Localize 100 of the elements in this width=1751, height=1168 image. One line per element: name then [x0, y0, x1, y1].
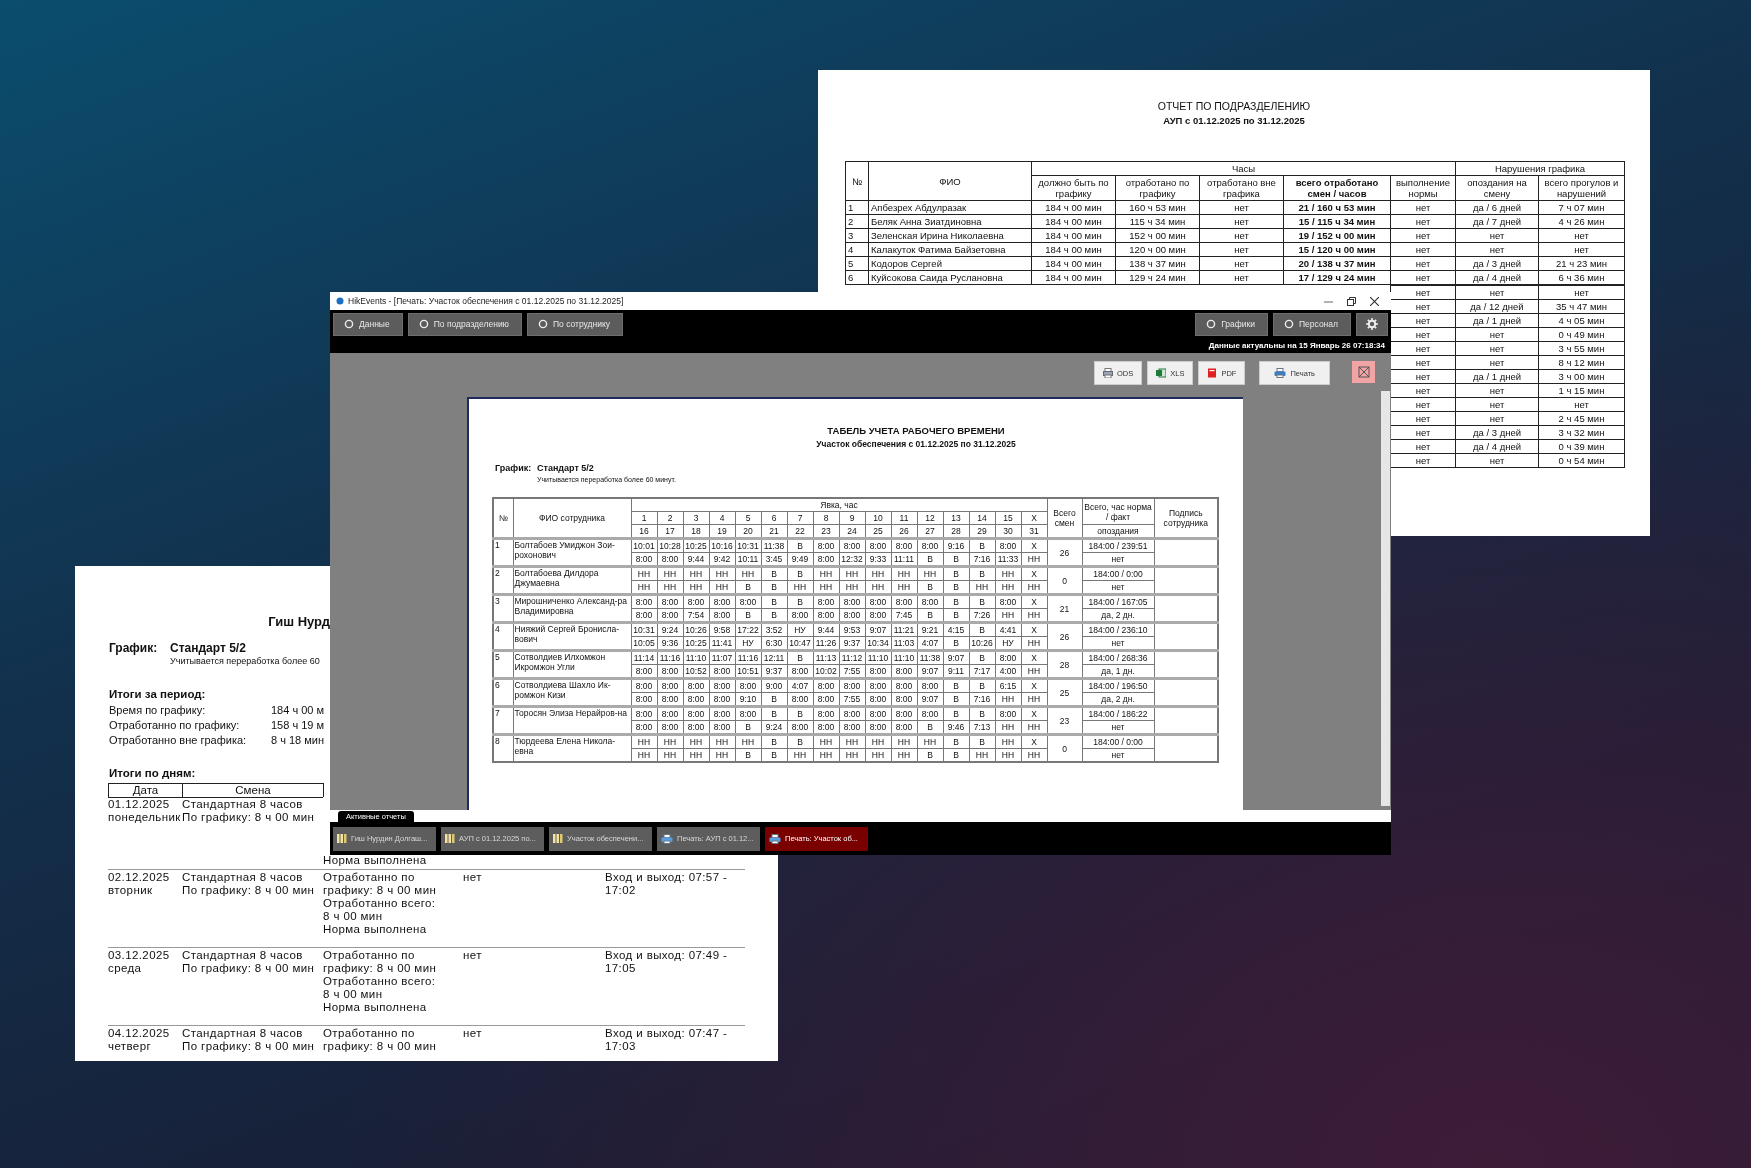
- table-cell: 8:00: [995, 538, 1021, 553]
- table-cell: 11:26: [813, 636, 839, 651]
- app-icon: [336, 297, 344, 305]
- table-cell: В: [761, 706, 787, 721]
- overtime-note: Учитывается переработка более 60: [170, 655, 321, 668]
- column-header: отработано вне графика: [1199, 175, 1284, 201]
- table-cell: 0 ч 49 мин: [1538, 327, 1625, 342]
- column-header: 12: [917, 511, 943, 525]
- table-cell: НН: [709, 566, 735, 581]
- shift-text: Стандартная 8 часов: [182, 871, 304, 884]
- table-cell: НН: [865, 566, 891, 581]
- table-cell: 17:22: [735, 622, 761, 637]
- table-cell: 15 / 115 ч 34 мин: [1283, 214, 1391, 229]
- column-header: 7: [787, 511, 813, 525]
- table-cell: 8:00: [839, 706, 865, 721]
- table-cell: НН: [865, 734, 891, 749]
- weekday-text: среда: [108, 962, 143, 975]
- table-cell: 184 ч 00 мин: [1031, 214, 1116, 229]
- table-cell: В: [969, 622, 995, 637]
- table-cell: 120 ч 00 мин: [1115, 242, 1200, 257]
- table-cell: 8:00: [735, 678, 761, 693]
- column-header: 2: [657, 511, 683, 525]
- nav-button[interactable]: Данные: [333, 312, 403, 336]
- column-header: отработано по графику: [1115, 175, 1200, 201]
- table-cell: 9:44: [813, 622, 839, 637]
- table-cell: 10:26: [969, 636, 995, 651]
- table-cell: нет: [1455, 383, 1539, 398]
- table-cell: Х: [1021, 650, 1047, 665]
- table-cell: 8:00: [891, 706, 917, 721]
- table-cell: 8:00: [735, 706, 761, 721]
- table-cell: 10:28: [657, 538, 683, 553]
- table-cell: Х: [1021, 734, 1047, 749]
- table-cell: 1: [493, 538, 513, 567]
- table-cell: НН: [657, 566, 683, 581]
- table-cell: 8:00: [995, 594, 1021, 609]
- table-cell: 8:00: [995, 706, 1021, 721]
- table-cell: нет: [1455, 228, 1539, 243]
- nav-button[interactable]: По сотруднику: [527, 312, 624, 336]
- table-cell: 11:11: [891, 552, 917, 567]
- table-cell: 3:52: [761, 622, 787, 637]
- table-cell: В: [969, 706, 995, 721]
- schedule-label: График:: [495, 463, 533, 473]
- table-cell: 10:31: [631, 622, 657, 637]
- table-cell: 6 ч 36 мин: [1538, 270, 1625, 285]
- table-cell: да / 1 дней: [1455, 313, 1539, 328]
- table-cell: НН: [631, 734, 657, 749]
- table-cell: 8:00: [683, 594, 709, 609]
- table-cell: нет: [1455, 285, 1539, 300]
- table-cell: 1 ч 15 мин: [1538, 383, 1625, 398]
- table-cell: 10:16: [709, 538, 735, 553]
- shift-text: Стандартная 8 часов: [182, 949, 304, 962]
- table-cell: НН: [709, 734, 735, 749]
- table-cell: 8:00: [891, 594, 917, 609]
- table-cell: нет: [1455, 341, 1539, 356]
- table-cell: 184 ч 00 мин: [1031, 242, 1116, 257]
- close-icon[interactable]: [1370, 296, 1379, 306]
- table-cell: 21 ч 23 мин: [1538, 256, 1625, 271]
- table-cell: 184:00 / 268:36: [1082, 650, 1154, 665]
- table-cell: 3: [493, 594, 513, 623]
- table-cell: 12:11: [761, 650, 787, 665]
- table-cell: 8:00: [657, 678, 683, 693]
- table-cell: В: [761, 566, 787, 581]
- maximize-icon[interactable]: [1347, 296, 1356, 306]
- table-cell: НН: [995, 566, 1021, 581]
- table-cell: 8:00: [865, 678, 891, 693]
- table-cell: В: [787, 650, 813, 665]
- column-header: Нарушения графика: [1455, 161, 1625, 176]
- table-cell: 20 / 138 ч 37 мин: [1283, 256, 1391, 271]
- table-cell: 7: [493, 706, 513, 735]
- table-cell: 28: [1047, 650, 1082, 679]
- table-cell: 184:00 / 196:50: [1082, 678, 1154, 693]
- table-cell: 8:00: [995, 650, 1021, 665]
- table-cell: да / 3 дней: [1455, 256, 1539, 271]
- section-heading: Итоги по дням:: [109, 767, 197, 780]
- table-cell: 25: [1047, 678, 1082, 707]
- table-cell: нет: [1390, 285, 1456, 300]
- document-icon: [1207, 368, 1218, 378]
- table-cell: 8:00: [709, 678, 735, 693]
- table-cell: нет: [1390, 270, 1456, 285]
- table-cell: 7 ч 07 мин: [1538, 200, 1625, 215]
- entry-exit-text: Вход и выход: 07:49 - 17:05: [605, 949, 729, 975]
- table-cell: 8:00: [735, 594, 761, 609]
- table-cell: 8:00: [631, 594, 657, 609]
- settings-button[interactable]: [1356, 312, 1388, 336]
- table-cell: нет: [1199, 242, 1284, 257]
- nav-button[interactable]: Персонал: [1272, 312, 1351, 336]
- table-cell: 9:58: [709, 622, 735, 637]
- table-cell: НН: [839, 566, 865, 581]
- nav-button[interactable]: По подразделению: [407, 312, 522, 336]
- table-cell: 10:31: [735, 538, 761, 553]
- table-cell: 8:00: [917, 678, 943, 693]
- scrollbar[interactable]: [1381, 391, 1390, 806]
- table-cell: 11:21: [891, 622, 917, 637]
- table-cell: Торосян Элиза Нерайров-на: [513, 706, 631, 735]
- table-cell: 4: [493, 622, 513, 651]
- table-cell: Болтабоев Умиджон Зои-рохонович: [513, 538, 631, 567]
- table-cell: 8:00: [813, 678, 839, 693]
- nav-button[interactable]: Графики: [1195, 312, 1268, 336]
- close-report-button[interactable]: [1352, 361, 1375, 383]
- table-cell: В: [761, 734, 787, 749]
